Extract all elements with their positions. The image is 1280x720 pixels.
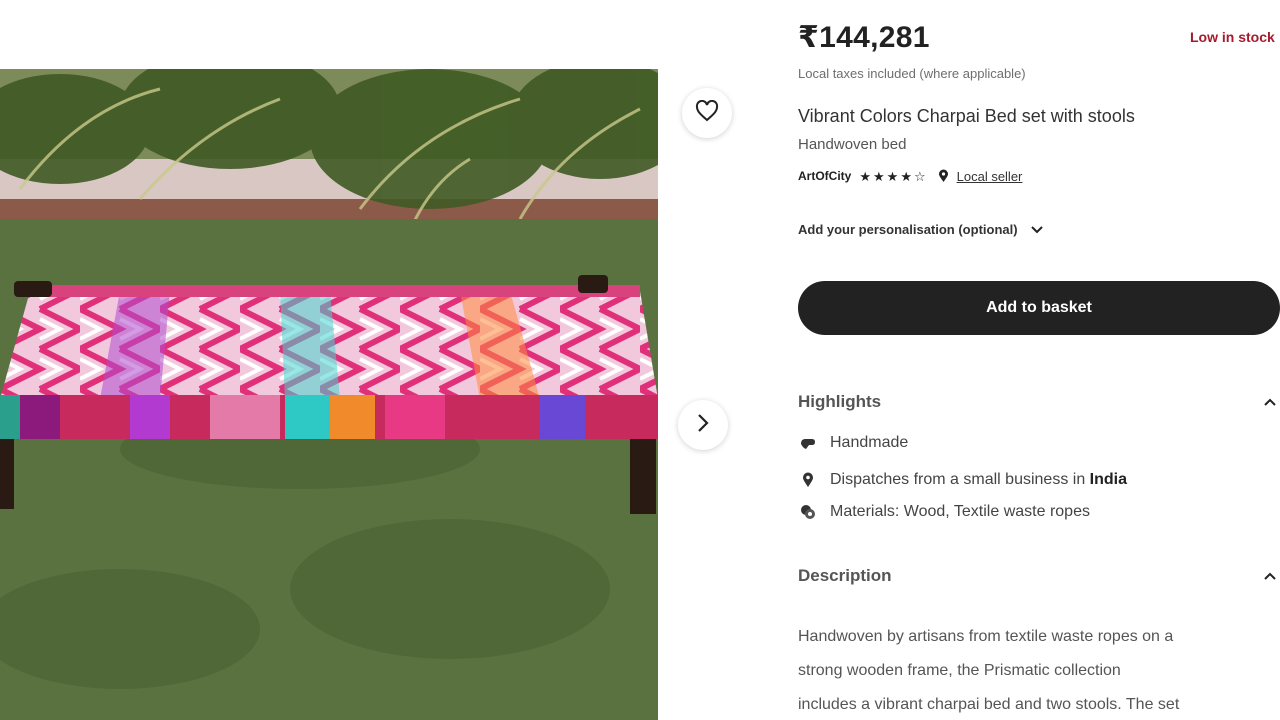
product-image[interactable] — [0, 69, 658, 720]
charpai-bed-photo — [0, 69, 658, 720]
hand-icon — [798, 436, 818, 450]
next-image-button[interactable] — [678, 400, 728, 450]
description-toggle[interactable]: Description — [798, 566, 1280, 586]
product-title: Vibrant Colors Charpai Bed set with stoo… — [798, 106, 1135, 126]
location-pin-icon — [938, 169, 949, 183]
personalisation-toggle[interactable]: Add your personalisation (optional) — [798, 222, 1044, 237]
highlight-item: Materials: Wood, Textile waste ropes — [798, 503, 1090, 521]
description-line: includes a vibrant charpai bed and two s… — [798, 696, 1180, 713]
star-filled-icon: ★ — [886, 168, 899, 184]
highlight-dispatch: Dispatches from a small business in Indi… — [830, 471, 1128, 488]
stock-status-badge: Low in stock — [1190, 29, 1275, 45]
seller-row: ArtOfCity ★ ★ ★ ★ ☆ Local seller — [798, 167, 1022, 185]
highlights-toggle[interactable]: Highlights — [798, 392, 1280, 412]
tax-note: Local taxes included (where applicable) — [798, 66, 1026, 81]
heart-icon — [695, 99, 719, 127]
description-line: Handwoven by artisans from textile waste… — [798, 628, 1174, 645]
price: ₹144,281 — [798, 21, 930, 54]
chevron-up-icon — [1264, 572, 1276, 580]
add-to-basket-button[interactable]: Add to basket — [798, 281, 1280, 335]
highlight-item: Handmade — [798, 434, 908, 452]
location-pin-icon — [798, 472, 818, 488]
chevron-right-icon — [696, 413, 710, 438]
star-filled-icon: ★ — [873, 168, 885, 184]
seller-name[interactable]: ArtOfCity — [798, 169, 851, 183]
description-text: Handwoven by artisans from textile waste… — [798, 620, 1280, 720]
chevron-up-icon — [1264, 398, 1276, 406]
dispatch-country: India — [1089, 471, 1128, 488]
rating-stars[interactable]: ★ ★ ★ ★ ☆ — [859, 170, 925, 183]
chevron-down-icon — [1030, 225, 1044, 234]
star-filled-icon: ★ — [859, 168, 871, 184]
highlights-heading: Highlights — [798, 392, 882, 411]
description-line: strong wooden frame, the Prismatic colle… — [798, 662, 1121, 679]
product-subtitle: Handwoven bed — [798, 136, 907, 153]
description-heading: Description — [798, 566, 892, 585]
star-filled-icon: ★ — [900, 168, 912, 184]
highlight-handmade: Handmade — [830, 434, 909, 451]
local-seller-link[interactable]: Local seller — [957, 169, 1023, 184]
highlight-item: Dispatches from a small business in Indi… — [798, 471, 1127, 489]
star-empty-icon: ☆ — [913, 168, 926, 184]
materials-icon — [798, 504, 818, 520]
personalisation-label: Add your personalisation (optional) — [798, 222, 1018, 237]
highlight-materials: Materials: Wood, Textile waste ropes — [830, 503, 1090, 520]
favorite-button[interactable] — [682, 88, 732, 138]
